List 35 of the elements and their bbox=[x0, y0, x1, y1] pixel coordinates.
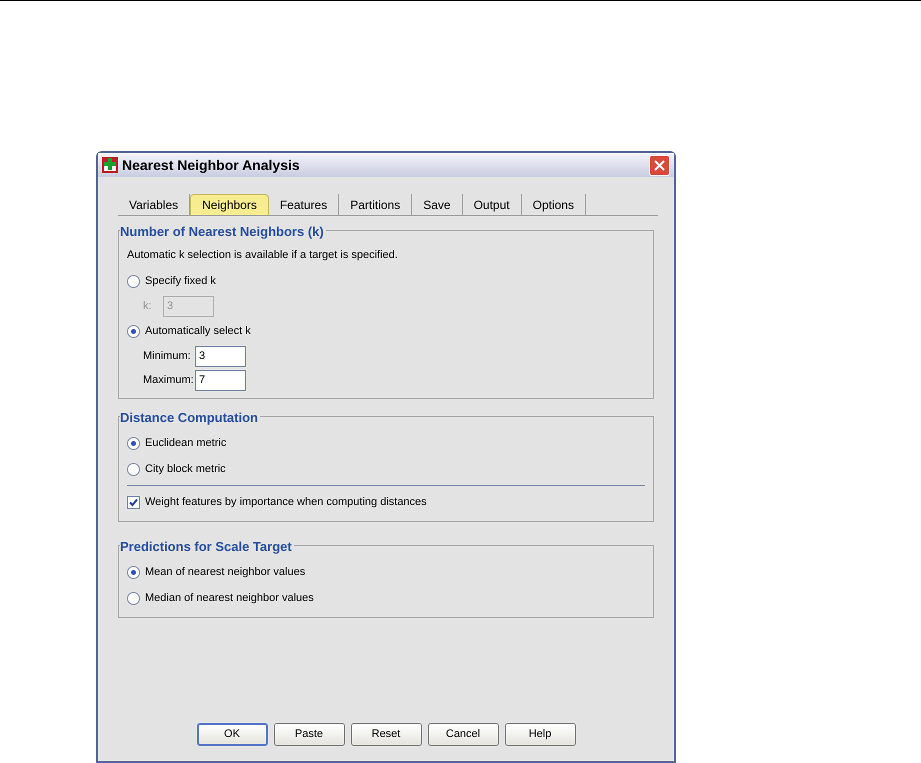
checkbox[interactable] bbox=[127, 496, 140, 508]
radio-button[interactable] bbox=[127, 566, 140, 578]
option-label: Specify fixed k bbox=[145, 274, 216, 289]
tab[interactable]: Options bbox=[522, 194, 586, 215]
option-label: Median of nearest neighbor values bbox=[145, 590, 314, 606]
dialog-button[interactable]: Help bbox=[504, 723, 576, 746]
info-text: Automatic k selection is available if a target is specified. bbox=[127, 248, 398, 263]
radio-button[interactable] bbox=[127, 274, 140, 288]
option-label: City block metric bbox=[145, 462, 226, 477]
close-icon bbox=[654, 160, 665, 170]
field-label: Minimum: bbox=[143, 348, 192, 364]
option-label: Mean of nearest neighbor values bbox=[145, 564, 306, 580]
option-label: Weight features by importance when computing distances bbox=[145, 494, 427, 510]
radio-button[interactable] bbox=[127, 324, 140, 338]
option-label: Euclidean metric bbox=[145, 436, 226, 451]
dialog-button[interactable]: OK bbox=[196, 723, 268, 746]
dialog-button[interactable]: Reset bbox=[350, 723, 422, 746]
dialog-button[interactable]: Paste bbox=[274, 723, 344, 746]
field-label: k: bbox=[143, 298, 153, 314]
radio-button[interactable] bbox=[127, 592, 140, 604]
field-label: Maximum: bbox=[143, 372, 195, 388]
tab[interactable]: Partitions bbox=[339, 194, 412, 215]
tab[interactable]: Neighbors bbox=[190, 194, 269, 215]
tab[interactable]: Save bbox=[412, 194, 463, 215]
option-label: Automatically select k bbox=[145, 324, 251, 339]
radio-button[interactable] bbox=[127, 462, 140, 476]
tab[interactable]: Features bbox=[268, 194, 340, 215]
grid-plus-icon bbox=[102, 157, 118, 173]
tab[interactable]: Output bbox=[462, 194, 522, 215]
radio-button[interactable] bbox=[127, 436, 140, 450]
number-field[interactable]: 7 bbox=[195, 370, 246, 390]
window-title: Nearest Neighbor Analysis bbox=[122, 156, 300, 175]
dialog-button[interactable]: Cancel bbox=[428, 723, 498, 746]
number-field[interactable]: 3 bbox=[195, 346, 246, 366]
close-button[interactable] bbox=[649, 154, 670, 176]
